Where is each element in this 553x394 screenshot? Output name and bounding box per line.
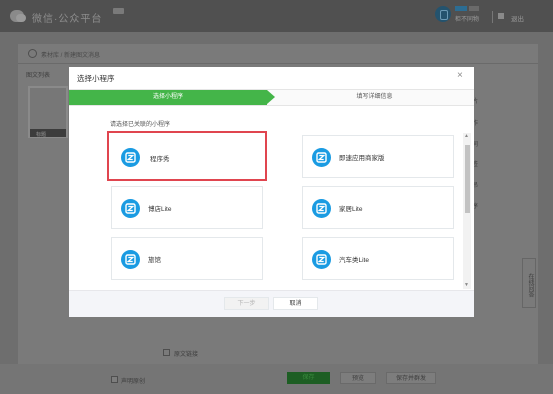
scroll-up-arrow-icon[interactable]: ▲	[464, 133, 469, 139]
miniprogram-card[interactable]: 家居Lite	[302, 186, 454, 229]
message-icon[interactable]	[498, 13, 504, 19]
miniprogram-name: 即速应用商家版	[339, 155, 385, 162]
miniprogram-z-icon	[121, 250, 140, 269]
miniprogram-name: 程序秀	[150, 156, 170, 163]
online-qa-tab[interactable]: 在线问答	[522, 258, 536, 308]
account-tag-secondary	[469, 6, 479, 11]
step-2-label: 填写详细信息	[356, 94, 393, 100]
declare-original-label: 声明原创	[121, 379, 146, 385]
miniprogram-z-icon	[121, 199, 140, 218]
divider	[18, 63, 538, 64]
preview-button[interactable]: 预览	[340, 372, 376, 384]
scroll-down-arrow-icon[interactable]: ▼	[464, 282, 469, 288]
declare-original-checkbox[interactable]	[111, 376, 118, 383]
account-name[interactable]: 柜不同物	[455, 14, 479, 23]
account-avatar[interactable]	[435, 6, 451, 22]
step-1-label: 选择小程序	[152, 94, 183, 100]
scrollbar-thumb[interactable]	[465, 145, 470, 213]
miniprogram-z-icon	[121, 148, 140, 167]
logout-link[interactable]: 退出	[511, 13, 524, 23]
miniprogram-z-icon	[312, 199, 331, 218]
original-link-checkbox[interactable]	[163, 349, 170, 356]
miniprogram-name: 旅馆	[148, 257, 161, 264]
logo-badge	[113, 8, 124, 14]
miniprogram-card[interactable]: 程序秀	[107, 131, 267, 181]
account-tag	[455, 6, 467, 11]
wechat-logo-icon	[10, 10, 26, 22]
platform-logo-text: 微信·公众平台	[32, 14, 103, 25]
step-indicator: 选择小程序 填写详细信息	[69, 89, 474, 106]
miniprogram-card[interactable]: 博店Lite	[111, 186, 263, 229]
dialog-title: 选择小程序	[77, 74, 115, 83]
breadcrumb[interactable]: 素材库 / 新建图文消息	[41, 50, 100, 59]
thumbnail-title: 标题	[36, 132, 47, 138]
dialog-footer: 下一步 取消	[69, 290, 474, 317]
next-step-button[interactable]: 下一步	[224, 297, 269, 310]
back-icon[interactable]	[28, 49, 37, 58]
article-list-title: 图文列表	[26, 73, 51, 79]
miniprogram-z-icon	[312, 148, 331, 167]
save-button[interactable]: 保存	[287, 372, 330, 384]
top-bar-divider	[492, 11, 493, 23]
section-label: 请选择已关联的小程序	[110, 122, 171, 128]
bottom-toolbar	[0, 364, 553, 394]
top-bar: 微信·公众平台 柜不同物 退出	[0, 0, 553, 32]
miniprogram-z-icon	[312, 250, 331, 269]
miniprogram-name: 家居Lite	[339, 206, 363, 213]
save-and-publish-button[interactable]: 保存并群发	[386, 372, 436, 384]
cancel-button[interactable]: 取消	[273, 297, 318, 310]
original-link-label: 原文链接	[174, 352, 199, 358]
close-icon[interactable]: ×	[457, 71, 463, 81]
miniprogram-list: 程序秀 即速应用商家版 博店Lite 家居Lite 旅馆 汽车类Lite	[105, 130, 463, 288]
miniprogram-name: 汽车类Lite	[339, 257, 369, 264]
select-miniprogram-dialog: 选择小程序 × 选择小程序 填写详细信息 请选择已关联的小程序 程序秀 即速应用…	[69, 67, 474, 317]
miniprogram-card[interactable]: 即速应用商家版	[302, 135, 454, 178]
miniprogram-card[interactable]: 旅馆	[111, 237, 263, 280]
miniprogram-name: 博店Lite	[148, 206, 172, 213]
miniprogram-card[interactable]: 汽车类Lite	[302, 237, 454, 280]
